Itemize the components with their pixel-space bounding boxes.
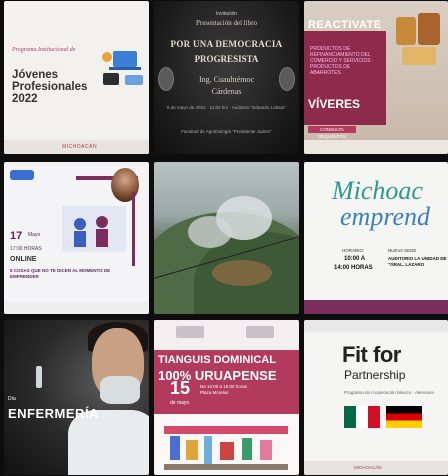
- post-thumbnail-emprendedor-online[interactable]: 17 Mayo 17:00 HORAS ONLINE 5 COSAS QUE N…: [4, 162, 149, 314]
- event-description: 5 COSAS QUE NO TE DICEN AL MOMENTO DE EM…: [10, 268, 111, 279]
- event-details: 6 de mayo de 2022 · 11:00 hrs · Auditori…: [167, 105, 286, 110]
- footer-bar: [304, 300, 448, 314]
- post-thumbnail-reactivate[interactable]: REACTIVATE PRODUCTOS DE REFINANCIAMIENTO…: [304, 1, 448, 154]
- promo-category: VÍVERES: [308, 97, 361, 111]
- consult-requirements-button: CONSULTA REQUISITOS: [308, 126, 356, 139]
- promo-body: PRODUCTOS DE REFINANCIAMIENTO DEL COMERC…: [310, 46, 374, 76]
- platform-badge: [10, 170, 34, 180]
- laptop-illustration: [102, 51, 143, 85]
- footer-bar: [304, 140, 448, 154]
- event-host: Facultad de Agrobiología "Presidente Juá…: [181, 129, 272, 134]
- promo-heading: REACTIVATE: [308, 19, 382, 31]
- post-thumbnail-jovenes-profesionales[interactable]: Programa Institucional de Jóvenes Profes…: [4, 1, 149, 154]
- municipality-logo: [176, 326, 204, 338]
- program-title: Jóvenes Profesionales 2022: [12, 69, 102, 105]
- author-line2: Cárdenas: [211, 87, 242, 96]
- title-line: Profesionales: [12, 81, 88, 93]
- day-label: Día: [8, 396, 16, 402]
- team-illustration: [62, 206, 126, 252]
- face-mask: [100, 376, 140, 404]
- event-type: Presentación del libro: [195, 19, 258, 27]
- footer-logo-text: MICHOACÁN: [62, 144, 98, 150]
- burned-area: [212, 260, 272, 286]
- event-mode: ONLINE: [10, 256, 37, 263]
- post-thumbnail-tianguis[interactable]: TIANGUIS DOMINICAL 100% URUAPENSE 15 de …: [154, 320, 299, 475]
- post-thumbnail-forest-fire[interactable]: [154, 162, 299, 314]
- footer-bar: [4, 302, 149, 314]
- event-day: 15: [170, 378, 191, 398]
- post-thumbnail-michoacan-emprende[interactable]: Michoac emprend HORARIO: 10:00 A 14:00 H…: [304, 162, 448, 314]
- invite-label: Invitación: [215, 11, 238, 17]
- government-logo: [246, 326, 274, 338]
- author-line1: Ing. Cuauhtémoc: [198, 75, 255, 84]
- venue-value: AUDITORIO LA UNIDAD DE "GRAL. LÁZARO: [388, 256, 447, 267]
- subheadline: Partnership: [344, 368, 406, 382]
- book-title-line1: POR UNA DEMOCRACIA: [170, 39, 283, 49]
- jars-illustration: [396, 13, 440, 65]
- post-thumbnail-fit-for-partnership[interactable]: Fit for Partnership Programa de cooperac…: [304, 320, 448, 475]
- program-description: Programa de cooperación México - Alemani…: [344, 390, 434, 395]
- title-line: 2022: [12, 93, 38, 105]
- book-title-line2: PROGRESISTA: [194, 54, 259, 64]
- headline: Fit for: [342, 342, 401, 367]
- image-grid: Programa Institucional de Jóvenes Profes…: [0, 0, 448, 476]
- title-line: Jóvenes: [12, 69, 59, 81]
- germany-flag-icon: [386, 406, 422, 428]
- footer-logo-text: MICHOACÁN: [354, 465, 382, 470]
- event-day: 17: [10, 230, 23, 242]
- event-month: Mayo: [28, 232, 41, 238]
- market-stall-illustration: [164, 426, 288, 470]
- vial-icon: [36, 366, 42, 388]
- post-thumbnail-presentacion-libro[interactable]: Invitación Presentación del libro POR UN…: [154, 1, 299, 154]
- event-title-line1: TIANGUIS DOMINICAL: [158, 354, 276, 366]
- post-thumbnail-enfermeria[interactable]: Día ENFERMERÍA: [4, 320, 149, 475]
- side-accent: [132, 192, 135, 266]
- schedule-end: 14:00 HORAS: [334, 265, 373, 271]
- event-info: De 10:00 a 15:00 horas · Plaza Morelos: [200, 384, 250, 395]
- headline: ENFERMERÍA: [8, 406, 99, 421]
- venue-label: NUEVA SEDE: [388, 248, 417, 253]
- program-subtitle: Programa Institucional de: [12, 47, 76, 53]
- event-time: 17:00 HORAS: [10, 246, 42, 252]
- event-month: de mayo: [170, 400, 190, 406]
- mexico-flag-icon: [344, 406, 380, 428]
- logo-bottom-text: emprend: [340, 202, 431, 231]
- smoke-cloud: [188, 216, 232, 248]
- header-bar: [304, 320, 448, 332]
